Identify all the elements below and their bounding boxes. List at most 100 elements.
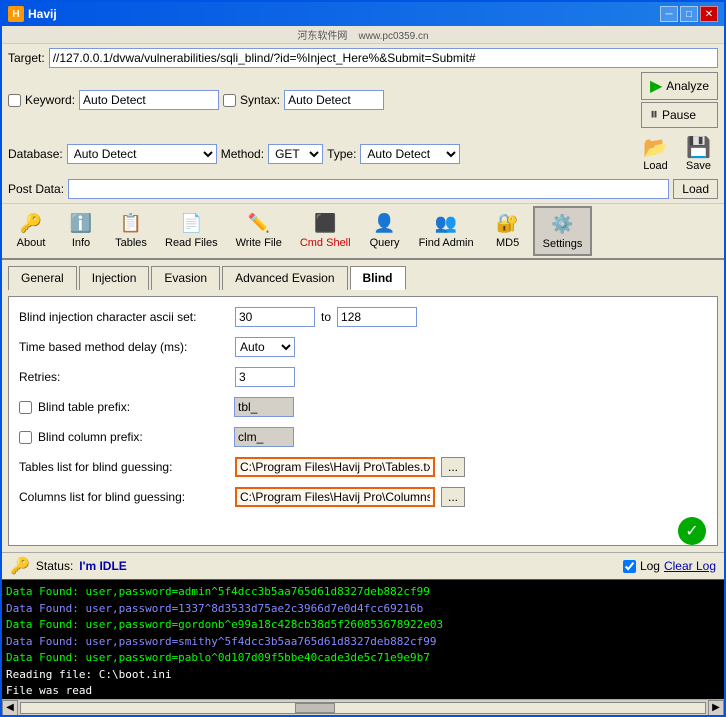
column-prefix-checkbox[interactable] xyxy=(19,431,32,444)
tab-general[interactable]: General xyxy=(8,266,77,290)
analyze-button[interactable]: ▶ Analyze xyxy=(641,72,718,100)
load-button[interactable]: 📂 Load xyxy=(636,132,675,175)
blind-tab-content: Blind injection character ascii set: to … xyxy=(8,296,718,546)
table-prefix-input[interactable] xyxy=(234,397,294,417)
apply-button-group: ✓ Apply xyxy=(677,517,707,546)
horizontal-scrollbar[interactable]: ◀ ▶ xyxy=(2,699,724,715)
readfiles-label: Read Files xyxy=(165,237,218,249)
retries-label: Retries: xyxy=(19,370,229,384)
column-prefix-label: Blind column prefix: xyxy=(38,430,228,444)
postdata-label: Post Data: xyxy=(8,182,64,196)
type-label: Type: xyxy=(327,147,356,161)
retries-row: Retries: xyxy=(19,367,707,387)
watermark-text2: www.pc0359.cn xyxy=(359,31,429,42)
syntax-checkbox[interactable] xyxy=(223,94,236,107)
postdata-load-button[interactable]: Load xyxy=(673,179,718,199)
settings-tab-area: General Injection Evasion Advanced Evasi… xyxy=(2,260,724,552)
nav-tables[interactable]: 📋 Tables xyxy=(106,206,156,254)
toolbar-nav: 🔑 About ℹ️ Info 📋 Tables 📄 Read Files ✏️ xyxy=(6,206,720,256)
info-label: Info xyxy=(72,237,90,249)
nav-findadmin[interactable]: 👥 Find Admin xyxy=(410,206,483,254)
tab-blind[interactable]: Blind xyxy=(350,266,406,290)
md5-icon: 🔐 xyxy=(496,211,520,235)
tab-injection[interactable]: Injection xyxy=(79,266,150,290)
method-label: Method: xyxy=(221,147,264,161)
column-prefix-input[interactable] xyxy=(234,427,294,447)
scrollbar-track xyxy=(20,702,706,714)
status-bar: 🔑 Status: I'm IDLE Log Clear Log xyxy=(2,552,724,579)
timebased-combo[interactable]: Auto 500 1000 2000 5000 xyxy=(235,337,295,357)
syntax-input[interactable] xyxy=(284,90,384,110)
title-bar: H Havij ─ □ ✕ xyxy=(2,2,724,26)
ascii-to-label: to xyxy=(321,310,331,324)
nav-readfiles[interactable]: 📄 Read Files xyxy=(156,206,227,254)
nav-about[interactable]: 🔑 About xyxy=(6,206,56,254)
findadmin-icon: 👥 xyxy=(434,211,458,235)
method-combo[interactable]: GET POST xyxy=(268,144,323,164)
about-icon: 🔑 xyxy=(19,211,43,235)
keyword-checkbox[interactable] xyxy=(8,94,21,107)
readfiles-icon: 📄 xyxy=(179,211,203,235)
ascii-to-input[interactable] xyxy=(337,307,417,327)
tables-label: Tables xyxy=(115,237,147,249)
postdata-input[interactable] xyxy=(68,179,669,199)
pause-button[interactable]: ⏸ Pause xyxy=(641,102,718,128)
keyword-input[interactable] xyxy=(79,90,219,110)
table-prefix-row: Blind table prefix: xyxy=(19,397,707,417)
query-icon: 👤 xyxy=(373,211,397,235)
analyze-label: Analyze xyxy=(666,79,709,93)
findadmin-label: Find Admin xyxy=(419,237,474,249)
window-title: Havij xyxy=(28,7,57,21)
maximize-button[interactable]: □ xyxy=(680,6,698,22)
syntax-label: Syntax: xyxy=(240,93,280,107)
nav-settings[interactable]: ⚙️ Settings xyxy=(533,206,593,256)
load-icon: 📂 xyxy=(643,135,668,160)
settings-tabs-row: General Injection Evasion Advanced Evasi… xyxy=(8,266,718,290)
status-icon: 🔑 xyxy=(10,556,30,576)
analyze-icon: ▶ xyxy=(650,76,662,96)
save-button[interactable]: 💾 Save xyxy=(679,132,718,175)
ascii-label: Blind injection character ascii set: xyxy=(19,310,229,324)
ascii-from-input[interactable] xyxy=(235,307,315,327)
tab-advanced-evasion[interactable]: Advanced Evasion xyxy=(222,266,347,290)
tables-list-input[interactable] xyxy=(235,457,435,477)
watermark-text1: 河东软件网 xyxy=(297,31,347,42)
tables-browse-button[interactable]: ... xyxy=(441,457,465,477)
type-combo[interactable]: Auto Detect Error Based Blind xyxy=(360,144,460,164)
table-prefix-checkbox[interactable] xyxy=(19,401,32,414)
apply-icon[interactable]: ✓ xyxy=(678,517,706,545)
columns-list-input[interactable] xyxy=(235,487,435,507)
keyword-syntax-row: Keyword: Syntax: ▶ Analyze ⏸ Pause xyxy=(8,72,718,128)
target-label: Target: xyxy=(8,51,45,65)
nav-query[interactable]: 👤 Query xyxy=(360,206,410,254)
minimize-button[interactable]: ─ xyxy=(660,6,678,22)
scroll-left-button[interactable]: ◀ xyxy=(2,700,18,716)
log-checkbox[interactable] xyxy=(623,560,636,573)
nav-toolbar: 🔑 About ℹ️ Info 📋 Tables 📄 Read Files ✏️ xyxy=(2,204,724,260)
status-right: Log Clear Log xyxy=(623,559,716,573)
pause-label: Pause xyxy=(662,108,696,122)
info-icon: ℹ️ xyxy=(69,211,93,235)
settings-label: Settings xyxy=(543,238,583,250)
scroll-right-button[interactable]: ▶ xyxy=(708,700,724,716)
columns-list-label: Columns list for blind guessing: xyxy=(19,490,229,504)
column-prefix-row: Blind column prefix: xyxy=(19,427,707,447)
columns-browse-button[interactable]: ... xyxy=(441,487,465,507)
target-input[interactable] xyxy=(49,48,718,68)
save-label: Save xyxy=(686,160,711,172)
tables-list-label: Tables list for blind guessing: xyxy=(19,460,229,474)
retries-input[interactable] xyxy=(235,367,295,387)
close-button[interactable]: ✕ xyxy=(700,6,718,22)
status-label: Status: xyxy=(36,559,73,573)
nav-md5[interactable]: 🔐 MD5 xyxy=(483,206,533,254)
nav-info[interactable]: ℹ️ Info xyxy=(56,206,106,254)
scrollbar-thumb[interactable] xyxy=(295,703,335,713)
nav-cmdshell[interactable]: ⬛ Cmd Shell xyxy=(291,206,360,254)
keyword-label: Keyword: xyxy=(25,93,75,107)
nav-writefile[interactable]: ✏️ Write File xyxy=(227,206,291,254)
tab-evasion[interactable]: Evasion xyxy=(151,266,220,290)
watermark-bar: 河东软件网 www.pc0359.cn xyxy=(2,26,724,44)
database-combo[interactable]: Auto Detect MySQL Oracle MSSQL Access xyxy=(67,144,217,164)
clear-log-button[interactable]: Clear Log xyxy=(664,559,716,573)
cmdshell-icon: ⬛ xyxy=(313,211,337,235)
